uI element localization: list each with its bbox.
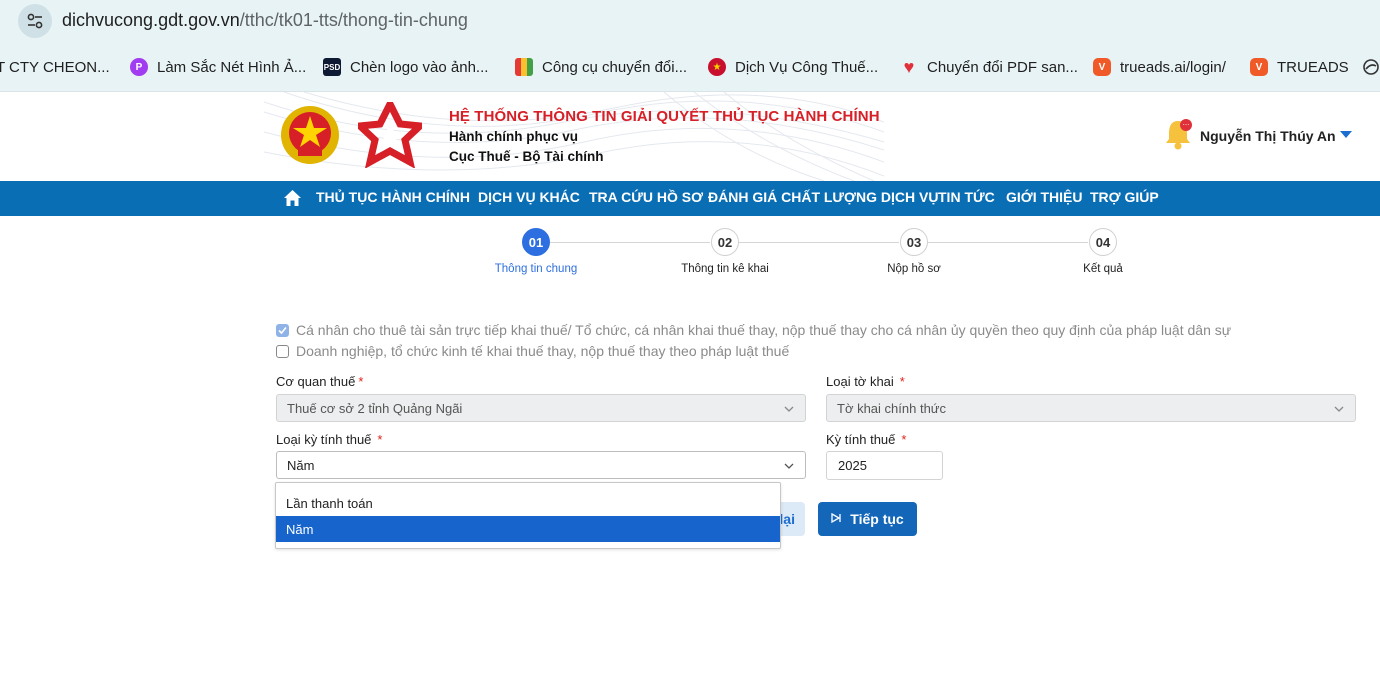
next-arrow-icon — [831, 512, 841, 526]
public-service-logo-icon — [358, 102, 422, 168]
emblem-icon: ★ — [708, 58, 726, 76]
chevron-down-icon — [784, 463, 794, 469]
colorgrid-icon — [515, 58, 533, 76]
bookmark-label: Công cụ chuyển đổi... — [542, 58, 688, 76]
step-3-circle: 03 — [900, 228, 928, 256]
bookmark-label: Làm Sắc Nét Hình Ả... — [157, 58, 307, 76]
heart-icon: ♥ — [903, 56, 915, 77]
system-subtitle: Hành chính phục vụ — [449, 129, 579, 144]
nav-item-danh-gia[interactable]: ĐÁNH GIÁ CHẤT LƯỢNG DỊCH VỤ — [708, 189, 938, 205]
url-host: dichvucong.gdt.gov.vn — [62, 10, 240, 30]
ky-tinh-thue-input[interactable]: 2025 — [826, 451, 943, 480]
option-doanh-nghiep-label: Doanh nghiệp, tổ chức kinh tế khai thuế … — [296, 343, 790, 359]
step-4-circle: 04 — [1089, 228, 1117, 256]
agency-name: Cục Thuế - Bộ Tài chính — [449, 149, 604, 164]
step-connector — [550, 242, 710, 243]
step-2-label: Thông tin kê khai — [681, 263, 769, 275]
option-doanh-nghiep[interactable]: Doanh nghiệp, tổ chức kinh tế khai thuế … — [276, 343, 789, 359]
bookmark-item[interactable]: V trueads.ai/login/ — [1093, 56, 1226, 78]
chevron-down-icon — [784, 406, 794, 412]
system-title: HỆ THỐNG THÔNG TIN GIẢI QUYẾT THỦ TỤC HÀ… — [449, 108, 880, 125]
loai-ky-dropdown-list: Lần thanh toán Năm — [275, 482, 781, 549]
nav-item-thu-tuc[interactable]: THỦ TỤC HÀNH CHÍNH — [316, 189, 470, 205]
required-mark: * — [901, 432, 907, 447]
trueads-icon: V — [1093, 58, 1111, 76]
loai-to-khai-label: Loại tờ khai * — [826, 374, 905, 389]
loai-ky-label: Loại kỳ tính thuế * — [276, 432, 383, 447]
picsart-icon: P — [130, 58, 148, 76]
bookmark-overflow-icon[interactable] — [1362, 56, 1380, 78]
continue-button[interactable]: Tiếp tục — [818, 502, 917, 536]
bookmark-item[interactable]: P Làm Sắc Nét Hình Ả... — [130, 56, 306, 78]
co-quan-thue-value: Thuế cơ sở 2 tỉnh Quảng Ngãi — [287, 400, 463, 416]
step-1-circle: 01 — [522, 228, 550, 256]
bookmark-label: Chèn logo vào ảnh... — [350, 58, 489, 76]
bookmark-item[interactable]: Công cụ chuyển đổi... — [515, 56, 687, 78]
loai-to-khai-select[interactable]: Tờ khai chính thức — [826, 394, 1356, 422]
co-quan-thue-label: Cơ quan thuế * — [276, 374, 364, 389]
step-4-label: Kết quả — [1083, 263, 1123, 275]
required-mark: * — [899, 374, 905, 389]
checkbox-checked-icon[interactable] — [276, 323, 289, 337]
nav-item-dich-vu-khac[interactable]: DỊCH VỤ KHÁC — [478, 189, 580, 205]
bookmark-label: trueads.ai/login/ — [1120, 58, 1226, 76]
user-menu-caret-icon[interactable] — [1340, 131, 1352, 138]
step-connector — [739, 242, 899, 243]
dropdown-option[interactable]: Lần thanh toán — [276, 490, 780, 516]
ky-tinh-thue-label: Kỳ tính thuế * — [826, 432, 907, 447]
nav-item-tin-tuc[interactable]: TIN TỨC — [938, 189, 995, 205]
step-connector — [928, 242, 1088, 243]
continue-button-label: Tiếp tục — [850, 511, 904, 527]
user-name[interactable]: Nguyễn Thị Thúy An — [1200, 128, 1336, 144]
loai-ky-value: Năm — [287, 457, 315, 473]
bookmark-item[interactable]: PSD Chèn logo vào ảnh... — [323, 56, 488, 78]
dropdown-option-selected[interactable]: Năm — [276, 516, 780, 542]
nav-item-tro-giup[interactable]: TRỢ GIÚP — [1090, 189, 1159, 205]
required-mark: * — [358, 374, 364, 389]
bookmark-label: T CTY CHEON... — [0, 58, 110, 76]
psd-icon: PSD — [323, 58, 341, 76]
svg-text:···: ··· — [1183, 121, 1190, 129]
bookmark-label: Chuyển đổi PDF san... — [927, 58, 1078, 76]
bookmark-item[interactable]: ★ Dịch Vụ Công Thuế... — [708, 56, 878, 78]
chevron-down-icon — [1334, 406, 1344, 412]
trueads-icon: V — [1250, 58, 1268, 76]
site-settings-icon[interactable] — [18, 4, 52, 38]
url-path: /tthc/tk01-tts/thong-tin-chung — [239, 10, 468, 30]
back-button-label: lại — [779, 511, 795, 527]
bookmark-item[interactable]: T CTY CHEON... — [0, 56, 110, 78]
national-emblem-icon — [281, 106, 339, 164]
bookmark-label: Dịch Vụ Công Thuế... — [735, 58, 879, 76]
loai-to-khai-value: Tờ khai chính thức — [837, 400, 946, 416]
bookmark-item[interactable]: V TRUEADS — [1250, 56, 1349, 78]
nav-item-tra-cuu[interactable]: TRA CỨU HỒ SƠ — [589, 189, 703, 205]
step-2-circle: 02 — [711, 228, 739, 256]
bookmarks-bar: T CTY CHEON... P Làm Sắc Nét Hình Ả... P… — [0, 42, 1380, 92]
url-field[interactable]: dichvucong.gdt.gov.vn/tthc/tk01-tts/thon… — [62, 10, 468, 31]
nav-item-gioi-thieu[interactable]: GIỚI THIỆU — [1006, 189, 1083, 205]
step-3-label: Nộp hồ sơ — [887, 263, 941, 275]
ky-tinh-thue-value: 2025 — [838, 458, 867, 473]
step-1-label: Thông tin chung — [494, 263, 578, 275]
bookmark-item[interactable]: ♥ Chuyển đổi PDF san... — [900, 56, 1078, 78]
required-mark: * — [377, 432, 383, 447]
loai-ky-select[interactable]: Năm — [276, 451, 806, 479]
co-quan-thue-select[interactable]: Thuế cơ sở 2 tỉnh Quảng Ngãi — [276, 394, 806, 422]
checkbox-unchecked-icon[interactable] — [276, 344, 289, 358]
option-ca-nhan-label: Cá nhân cho thuê tài sản trực tiếp khai … — [296, 322, 1232, 338]
bookmark-label: TRUEADS — [1277, 58, 1349, 76]
home-icon[interactable] — [283, 189, 302, 207]
notification-bell-icon[interactable]: ··· — [1164, 117, 1194, 151]
browser-address-bar: dichvucong.gdt.gov.vn/tthc/tk01-tts/thon… — [0, 0, 1380, 42]
option-ca-nhan[interactable]: Cá nhân cho thuê tài sản trực tiếp khai … — [276, 322, 1231, 338]
